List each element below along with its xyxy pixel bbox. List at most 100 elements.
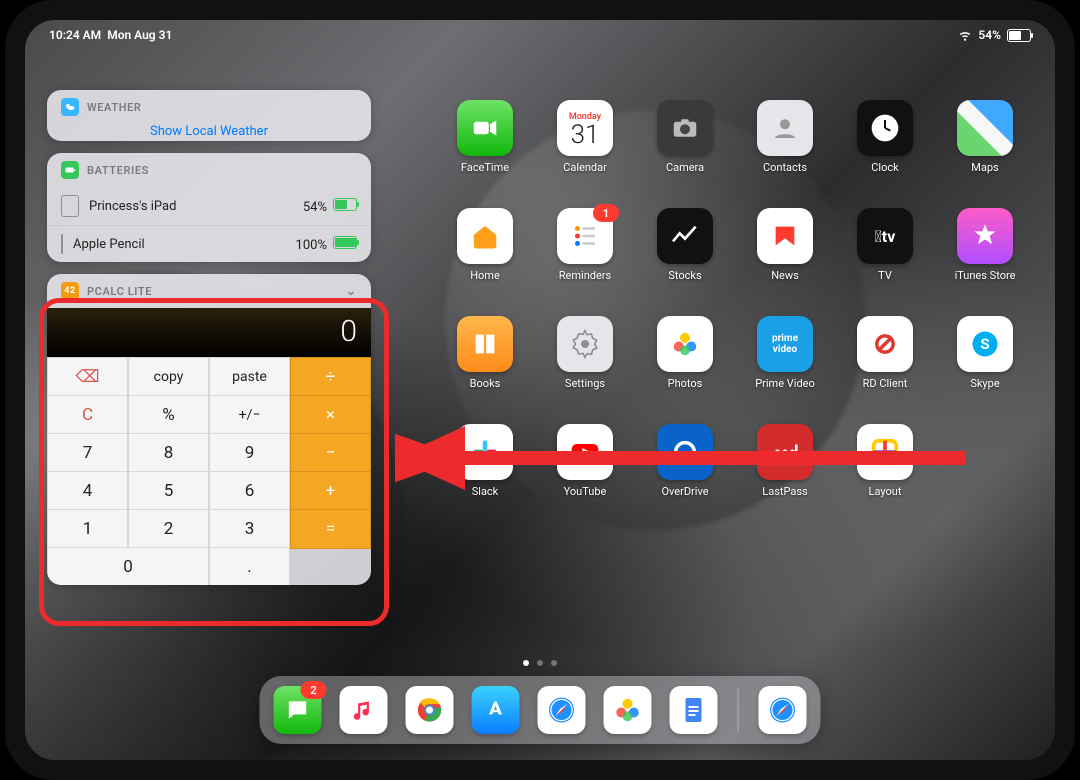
app-icon[interactable] xyxy=(657,316,713,372)
chevron-down-icon[interactable]: ⌄ xyxy=(346,284,358,299)
app-label: Contacts xyxy=(763,161,807,174)
app-photos[interactable]: Photos xyxy=(635,316,735,424)
app-icon[interactable] xyxy=(457,100,513,156)
calc-key-copy[interactable]: copy xyxy=(128,357,209,397)
app-icon[interactable] xyxy=(757,208,813,264)
app-reminders[interactable]: 1Reminders xyxy=(535,208,635,316)
app-icon[interactable] xyxy=(557,424,613,480)
app-label: Layout xyxy=(869,485,902,498)
app-home[interactable]: Home xyxy=(435,208,535,316)
app-label: News xyxy=(771,269,799,282)
device-pct: 100% xyxy=(296,238,327,253)
calc-key-C[interactable]: C xyxy=(47,395,128,435)
calc-key-8[interactable]: 8 xyxy=(128,433,209,473)
calc-key-9[interactable]: 9 xyxy=(209,433,290,473)
calc-key-⌫[interactable]: ⌫ xyxy=(47,357,128,397)
app-calendar[interactable]: Monday31Calendar xyxy=(535,100,635,208)
calc-key-+[interactable]: + xyxy=(290,471,371,511)
dock-app-photos[interactable] xyxy=(604,686,652,734)
calc-key-decimal[interactable]: . xyxy=(209,547,290,585)
app-icon[interactable] xyxy=(857,424,913,480)
dock-app-chrome[interactable] xyxy=(406,686,454,734)
calc-key-6[interactable]: 6 xyxy=(209,471,290,511)
calc-key-×[interactable]: × xyxy=(290,395,371,435)
app-layout[interactable]: Layout xyxy=(835,424,935,532)
calc-key-equals[interactable]: = xyxy=(290,509,371,549)
app-icon[interactable] xyxy=(657,100,713,156)
app-lastpass[interactable]: LastPass xyxy=(735,424,835,532)
pcalc-icon: 42 xyxy=(61,282,79,300)
app-icon[interactable] xyxy=(957,208,1013,264)
app-clock[interactable]: Clock xyxy=(835,100,935,208)
mini-battery-icon xyxy=(333,198,357,211)
dock-divider xyxy=(738,688,739,732)
calc-display: 0 xyxy=(47,308,371,357)
app-label: Home xyxy=(470,269,500,282)
app-icon[interactable] xyxy=(857,316,913,372)
dock-app-music[interactable] xyxy=(340,686,388,734)
show-local-weather-link[interactable]: Show Local Weather xyxy=(47,124,371,141)
app-itunes-store[interactable]: iTunes Store xyxy=(935,208,1035,316)
calc-key-4[interactable]: 4 xyxy=(47,471,128,511)
app-slack[interactable]: Slack xyxy=(435,424,535,532)
app-stocks[interactable]: Stocks xyxy=(635,208,735,316)
calc-key-−[interactable]: − xyxy=(290,433,371,473)
batteries-widget[interactable]: BATTERIES Princess's iPad 54% Apple Penc… xyxy=(47,153,371,262)
calc-key-2[interactable]: 2 xyxy=(128,509,209,549)
dock-app-docs[interactable] xyxy=(670,686,718,734)
app-icon[interactable] xyxy=(757,424,813,480)
today-view-widgets[interactable]: WEATHER Show Local Weather BATTERIES Pri… xyxy=(47,90,371,597)
app-facetime[interactable]: FaceTime xyxy=(435,100,535,208)
calc-key-1[interactable]: 1 xyxy=(47,509,128,549)
calc-key-+/−[interactable]: +/− xyxy=(209,395,290,435)
dock-app-messages[interactable]: 2 xyxy=(274,686,322,734)
calc-key-%[interactable]: % xyxy=(128,395,209,435)
page-dot[interactable] xyxy=(537,660,543,666)
calc-key-3[interactable]: 3 xyxy=(209,509,290,549)
app-youtube[interactable]: YouTube xyxy=(535,424,635,532)
app-prime-video[interactable]: primevideoPrime Video xyxy=(735,316,835,424)
dock[interactable]: 2 xyxy=(260,676,821,744)
app-icon[interactable]: primevideo xyxy=(757,316,813,372)
weather-widget[interactable]: WEATHER Show Local Weather xyxy=(47,90,371,141)
app-maps[interactable]: Maps xyxy=(935,100,1035,208)
app-overdrive[interactable]: OverDrive xyxy=(635,424,735,532)
app-label: Stocks xyxy=(668,269,701,282)
device-pct: 54% xyxy=(303,200,327,215)
app-icon[interactable]: S xyxy=(957,316,1013,372)
page-dot[interactable] xyxy=(523,660,529,666)
app-icon[interactable] xyxy=(557,316,613,372)
app-skype[interactable]: SSkype xyxy=(935,316,1035,424)
dock-app-app-store[interactable] xyxy=(472,686,520,734)
dock-app-safari[interactable] xyxy=(759,686,807,734)
app-news[interactable]: News xyxy=(735,208,835,316)
app-icon[interactable] xyxy=(957,100,1013,156)
page-indicator[interactable] xyxy=(523,660,557,666)
app-label: Reminders xyxy=(559,269,611,282)
app-icon[interactable] xyxy=(457,424,513,480)
status-bar: 10:24 AM Mon Aug 31 54% xyxy=(25,28,1055,42)
app-rd-client[interactable]: RD Client xyxy=(835,316,935,424)
app-icon[interactable] xyxy=(857,100,913,156)
app-icon[interactable] xyxy=(757,100,813,156)
calc-key-5[interactable]: 5 xyxy=(128,471,209,511)
calc-key-7[interactable]: 7 xyxy=(47,433,128,473)
dock-app-safari[interactable] xyxy=(538,686,586,734)
calc-key-0[interactable]: 0 xyxy=(47,547,209,585)
app-icon[interactable]: Monday31 xyxy=(557,100,613,156)
page-dot[interactable] xyxy=(551,660,557,666)
app-contacts[interactable]: Contacts xyxy=(735,100,835,208)
app-camera[interactable]: Camera xyxy=(635,100,735,208)
app-icon[interactable] xyxy=(657,424,713,480)
calc-key-paste[interactable]: paste xyxy=(209,357,290,397)
app-icon[interactable] xyxy=(657,208,713,264)
pcalc-widget[interactable]: 42 PCALC LITE ⌄ 0 ⌫copypaste÷C%+/−×789−4… xyxy=(47,274,371,585)
app-icon[interactable] xyxy=(457,208,513,264)
app-settings[interactable]: Settings xyxy=(535,316,635,424)
app-tv[interactable]: tvTV xyxy=(835,208,935,316)
app-books[interactable]: Books xyxy=(435,316,535,424)
calc-key-÷[interactable]: ÷ xyxy=(290,357,371,397)
app-icon[interactable] xyxy=(457,316,513,372)
app-icon[interactable]: tv xyxy=(857,208,913,264)
app-label: OverDrive xyxy=(661,485,708,498)
